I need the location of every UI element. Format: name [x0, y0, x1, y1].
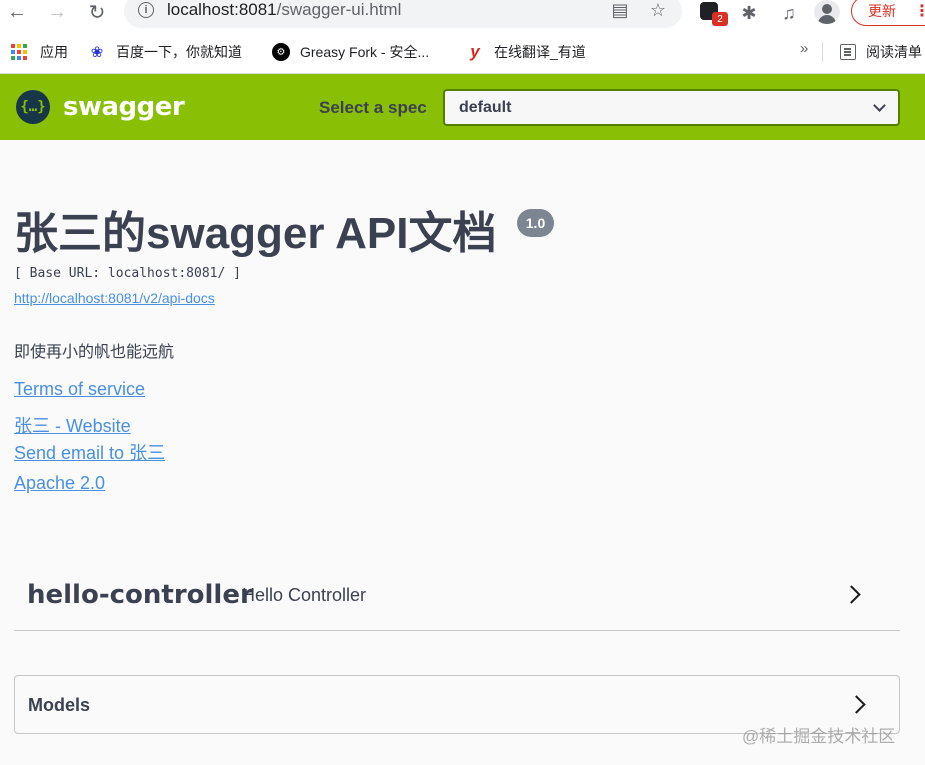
extension-badge: 2: [712, 12, 728, 26]
chevron-right-icon[interactable]: [847, 695, 866, 714]
bookmarks-more-icon[interactable]: »: [800, 40, 808, 57]
reload-icon[interactable]: ↻: [84, 0, 110, 24]
more-menu-icon[interactable]: ⋮: [914, 1, 925, 21]
site-info-icon[interactable]: i: [138, 2, 154, 18]
base-url: [ Base URL: localhost:8081/ ]: [14, 266, 241, 281]
bookmark-label: 应用: [40, 44, 68, 60]
profile-avatar[interactable]: [814, 0, 840, 24]
url-path: /swagger-ui.html: [276, 0, 402, 19]
swagger-topbar: {…} swagger Select a spec default: [0, 74, 925, 140]
tag-section-hello-controller[interactable]: hello-controller Hello Controller: [14, 560, 900, 631]
swagger-logo-text[interactable]: swagger: [63, 92, 185, 122]
extensions-puzzle-icon[interactable]: ✱: [736, 0, 762, 26]
chevron-down-icon: [873, 99, 886, 112]
reading-list[interactable]: 阅读清单: [840, 42, 922, 62]
update-label: 更新: [868, 3, 896, 19]
bookmark-apps[interactable]: 应用: [10, 42, 68, 62]
models-title[interactable]: Models: [28, 695, 90, 716]
api-description: 即使再小的帆也能远航: [14, 344, 175, 361]
url-host: localhost:8081: [167, 0, 277, 19]
version-badge: 1.0: [517, 209, 554, 237]
chevron-right-icon[interactable]: [842, 585, 861, 604]
reading-list-icon: [840, 44, 856, 60]
baidu-paw-icon: ❀: [90, 44, 104, 61]
contact-email-link[interactable]: Send email to 张三: [14, 439, 165, 465]
tag-name[interactable]: hello-controller: [27, 580, 253, 610]
bookmark-label: 百度一下，你就知道: [116, 44, 242, 60]
bookmark-youdao[interactable]: y 在线翻译_有道: [466, 42, 586, 62]
bookmark-baidu[interactable]: ❀ 百度一下，你就知道: [88, 42, 242, 62]
spec-selected-value: default: [459, 99, 512, 116]
bookmark-label: Greasy Fork - 安全...: [300, 44, 430, 60]
address-url[interactable]: localhost:8081/swagger-ui.html: [167, 0, 401, 20]
youdao-icon: y: [470, 42, 480, 61]
bookmark-greasyfork[interactable]: ⚙ Greasy Fork - 安全...: [272, 42, 429, 62]
license-link[interactable]: Apache 2.0: [14, 473, 105, 494]
swagger-logo-icon[interactable]: {…}: [16, 90, 50, 124]
media-control-icon[interactable]: ♫: [776, 0, 802, 26]
apps-grid-icon: [10, 43, 28, 61]
bookmarks-divider: [822, 42, 823, 62]
api-title: 张三的swagger API文档: [14, 209, 497, 258]
back-arrow-icon[interactable]: ←: [4, 0, 30, 24]
spec-select[interactable]: default: [443, 89, 900, 126]
spec-label: Select a spec: [319, 98, 427, 117]
terms-of-service-link[interactable]: Terms of service: [14, 379, 145, 400]
address-bar[interactable]: i localhost:8081/swagger-ui.html ▤ ☆: [124, 0, 682, 28]
contact-website-link[interactable]: 张三 - Website: [14, 412, 131, 438]
greasyfork-icon: ⚙: [272, 43, 290, 61]
bookmark-star-icon[interactable]: ☆: [646, 0, 670, 22]
browser-toolbar: ← → ↻ i localhost:8081/swagger-ui.html ▤…: [0, 0, 925, 30]
api-docs-link[interactable]: http://localhost:8081/v2/api-docs: [14, 290, 215, 306]
watermark: @稀土掘金技术社区: [742, 727, 896, 746]
reading-list-label: 阅读清单: [866, 44, 922, 60]
tag-description: Hello Controller: [242, 585, 367, 605]
translate-icon[interactable]: ▤: [608, 0, 632, 22]
bookmarks-bar: 应用 ❀ 百度一下，你就知道 ⚙ Greasy Fork - 安全... y 在…: [0, 30, 925, 74]
bookmark-label: 在线翻译_有道: [494, 44, 586, 60]
forward-arrow-icon[interactable]: →: [44, 0, 70, 24]
update-button[interactable]: 更新 ⋮: [851, 0, 925, 26]
